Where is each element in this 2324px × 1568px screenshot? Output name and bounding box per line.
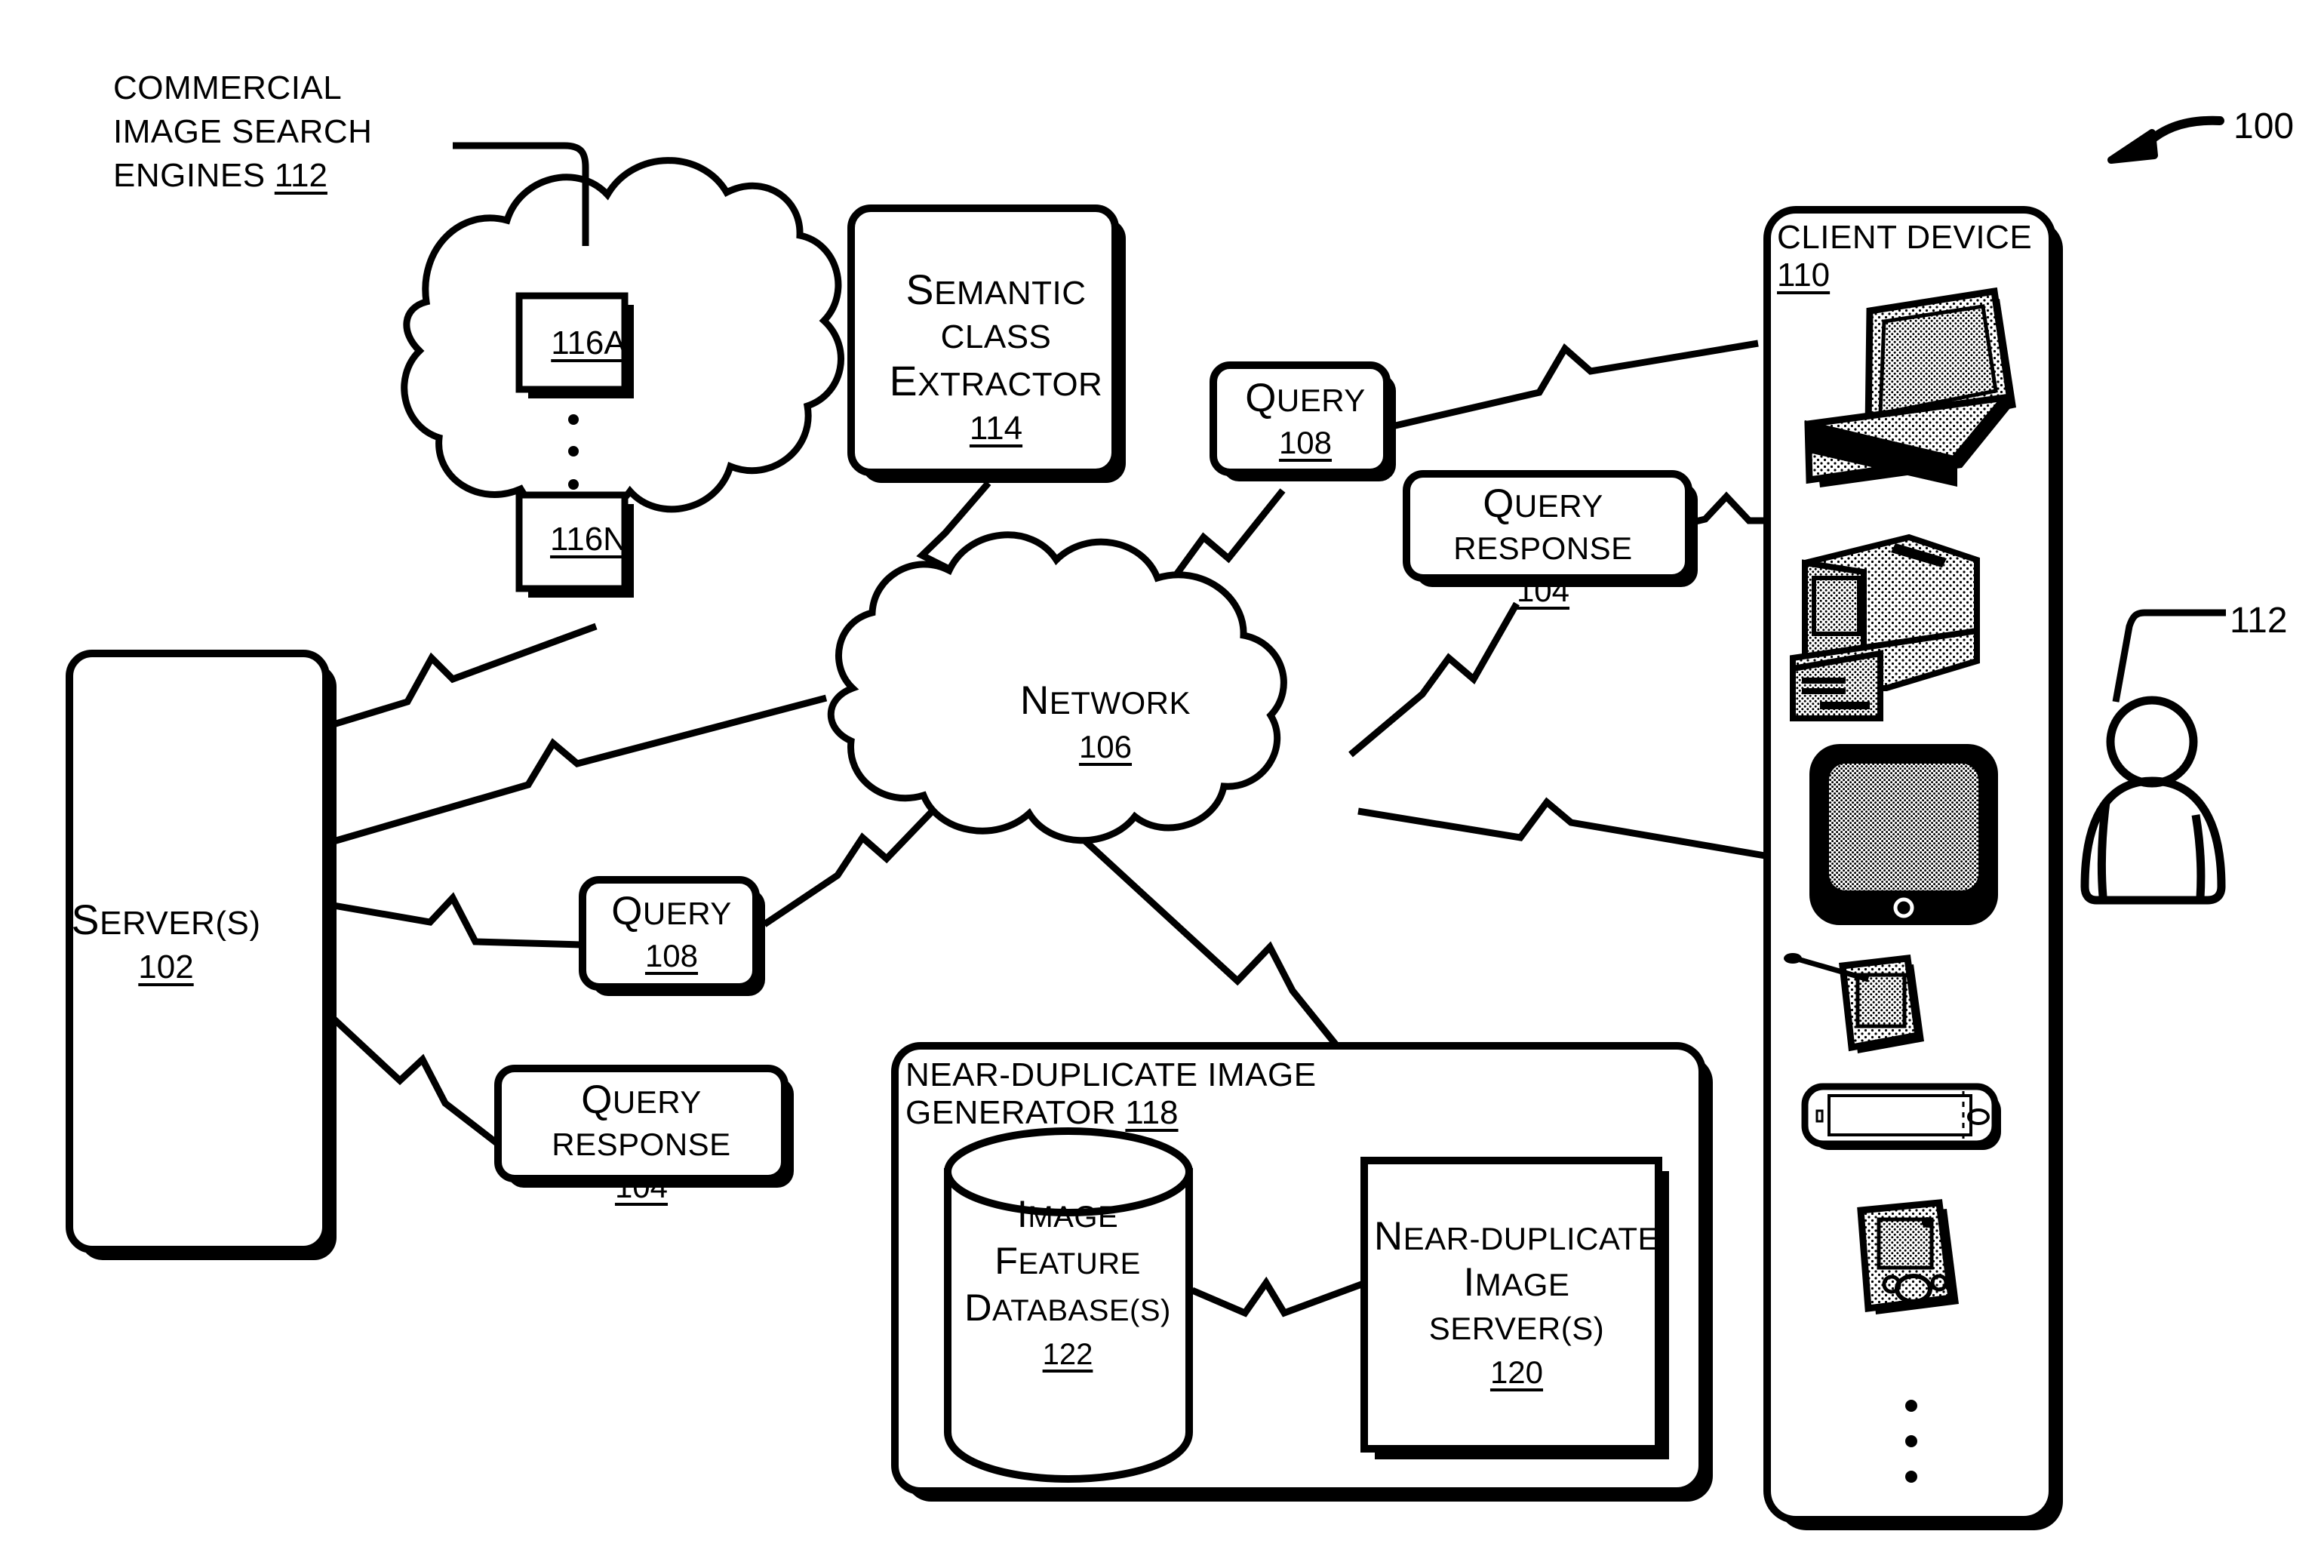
near-duplicate-image-server-ref: 120: [1489, 1354, 1544, 1390]
query-response-top-ref: 104: [1516, 573, 1570, 608]
handheld-pda-icon: [1857, 1199, 1959, 1314]
search-engine-116a-label: 116A: [551, 324, 626, 361]
client-device-label: Client device 110: [1777, 219, 2079, 294]
tablet-device-icon: [1809, 744, 1998, 925]
commercial-search-engines-label-text: Commercial image search engines: [113, 69, 373, 194]
query-response-left-label: Query Response 104: [498, 1079, 785, 1208]
network-label: Network 106: [992, 679, 1219, 769]
client-device-label-text: Client device: [1777, 219, 2033, 256]
query-left-label-text: Query: [611, 889, 732, 933]
query-top-label-text: Query: [1245, 376, 1366, 420]
servers-ref: 102: [138, 948, 194, 985]
query-response-top-label-text: Query response: [1453, 481, 1633, 567]
semantic-class-extractor-ref: 114: [969, 410, 1023, 447]
query-top-label: Query 108: [1219, 377, 1392, 464]
servers-label: Server(s) 102: [34, 898, 298, 989]
patent-figure-canvas: Commercial image search engines 112 116A…: [0, 0, 2324, 1568]
near-duplicate-image-server-line1: Near-Duplicate: [1373, 1214, 1660, 1259]
image-feature-database-label: Image Feature database(s) 122: [958, 1192, 1177, 1376]
network-label-text: Network: [1019, 678, 1191, 723]
search-engine-116n-label: 116N: [550, 521, 627, 558]
near-duplicate-image-server-label: Near-Duplicate Image Server(s) 120: [1373, 1215, 1660, 1394]
near-duplicate-image-generator-label-text: Near-Duplicate Image Generator: [905, 1056, 1317, 1131]
near-duplicate-image-generator-ref: 118: [1125, 1094, 1179, 1131]
person-figure-icon: [2080, 696, 2226, 905]
servers-label-text: Server(s): [71, 896, 261, 943]
image-feature-database-line1: Image: [1016, 1192, 1119, 1235]
query-response-top-label: Query response 104: [1400, 483, 1686, 612]
near-duplicate-image-generator-label: Near-Duplicate Image Generator 118: [905, 1056, 1509, 1132]
query-response-left-label-text: Query Response: [552, 1078, 731, 1163]
semantic-class-extractor-label: Semantic Class Extractor 114: [860, 268, 1132, 450]
figure-reference-label: 100: [2233, 106, 2295, 146]
query-response-left-ref: 104: [614, 1169, 669, 1204]
commercial-search-engines-label: Commercial image search engines 112: [113, 66, 430, 198]
image-feature-database-ref: 122: [1042, 1338, 1093, 1371]
user-reference-label: 112: [2230, 601, 2288, 641]
semantic-class-extractor-line1: Semantic Class: [905, 266, 1087, 355]
network-ref: 106: [1078, 729, 1133, 764]
smartphone-horizontal-icon: [1801, 1083, 2001, 1150]
figure-reference-arrow: [2107, 115, 2224, 164]
query-left-ref: 108: [644, 938, 699, 973]
client-device-ref: 110: [1777, 257, 1831, 294]
query-left-label: Query 108: [585, 890, 758, 977]
query-top-ref: 108: [1278, 425, 1333, 460]
image-feature-database-line3: database(s): [964, 1286, 1171, 1329]
commercial-search-engines-ref: 112: [274, 157, 327, 194]
near-duplicate-image-server-line2: Image Server(s): [1428, 1260, 1605, 1347]
image-feature-database-line2: Feature: [994, 1239, 1141, 1282]
leader-line-user: [2112, 609, 2226, 703]
semantic-class-extractor-line2: Extractor: [889, 358, 1103, 404]
